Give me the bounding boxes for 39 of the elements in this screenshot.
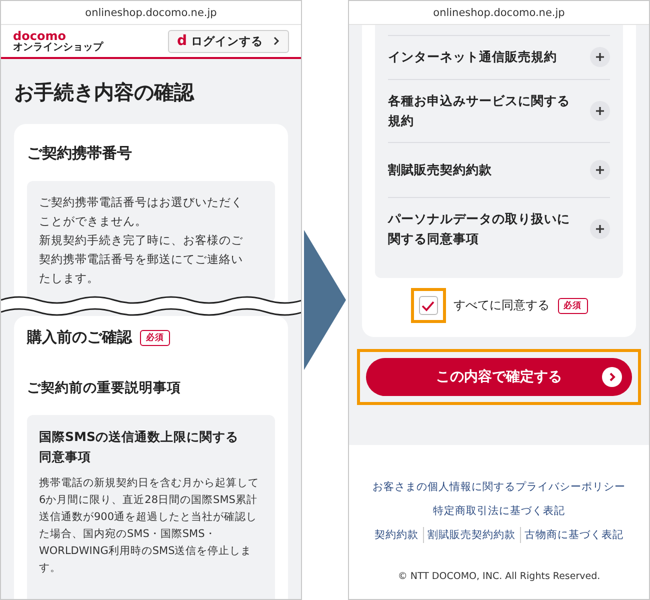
footer-link[interactable]: 古物商に基づく表記: [520, 527, 628, 543]
url-text: onlineshop.docomo.ne.jp: [433, 6, 565, 18]
plus-icon: [590, 160, 610, 180]
terms-item[interactable]: インターネット通信販売規約: [388, 35, 610, 79]
footer-link[interactable]: 特定商取引法に基づく表記: [429, 503, 569, 519]
url-text: onlineshop.docomo.ne.jp: [85, 6, 217, 18]
item-text: 携帯電話の新規契約日を含む月から起算して6か月間に限り、直近28日間の国際SMS累計送信通数が900通を超過したと当社が確認した場合、国内宛のSMS・国際SMS・WORLDWING利用時のSMS送信を停止します。: [39, 476, 260, 576]
terms-title: 各種お申込みサービスに関する規約: [388, 92, 571, 130]
terms-item[interactable]: 割賦販売契約約款: [388, 142, 610, 197]
notice-text: ご契約携帯電話番号はお選びいただくことができません。: [39, 194, 244, 230]
brand-logo: docomo: [13, 30, 67, 42]
footer-link[interactable]: お客さまの個人情報に関するプライバシーポリシー: [368, 479, 630, 495]
shop-name: オンラインショップ: [13, 42, 103, 52]
login-button[interactable]: d ログインする: [168, 30, 289, 52]
agree-checkbox[interactable]: [418, 296, 438, 315]
terms-item[interactable]: パーソナルデータの取り扱いに関する同意事項: [388, 197, 610, 260]
agree-label: すべてに同意する: [454, 297, 550, 314]
arrow-icon: [302, 230, 348, 370]
plus-icon: [590, 101, 610, 121]
footer-link[interactable]: 割賦販売契約約款: [422, 527, 520, 543]
subsection-heading: ご契約前の重要説明事項: [27, 379, 182, 397]
page-title: お手続き内容の確認: [13, 79, 196, 106]
footer-link[interactable]: 契約約款: [370, 527, 422, 543]
item-title: 国際SMSの送信通数上限に関する同意事項: [39, 428, 240, 466]
copyright-text: © NTT DOCOMO, INC. All Rights Reserved.: [398, 571, 600, 582]
notice-text: 新規契約手続き完了時に、お客様のご契約携帯電話番号を郵送にてご連絡いたします。: [39, 232, 244, 287]
plus-icon: [590, 219, 610, 239]
section-heading: ご契約携帯番号: [27, 144, 133, 163]
terms-title: インターネット通信販売規約: [388, 48, 557, 66]
required-badge: 必須: [558, 298, 588, 314]
required-badge: 必須: [140, 330, 170, 346]
terms-item[interactable]: 各種お申込みサービスに関する規約: [388, 79, 610, 142]
confirm-button[interactable]: この内容で確定する: [366, 358, 632, 396]
terms-title: パーソナルデータの取り扱いに関する同意事項: [388, 210, 571, 248]
section-heading: 購入前のご確認: [27, 328, 132, 347]
terms-title: 割賦販売契約約款: [388, 161, 492, 179]
chevron-icon: [273, 36, 280, 46]
arrow-right-icon: [602, 367, 622, 387]
plus-icon: [590, 47, 610, 67]
